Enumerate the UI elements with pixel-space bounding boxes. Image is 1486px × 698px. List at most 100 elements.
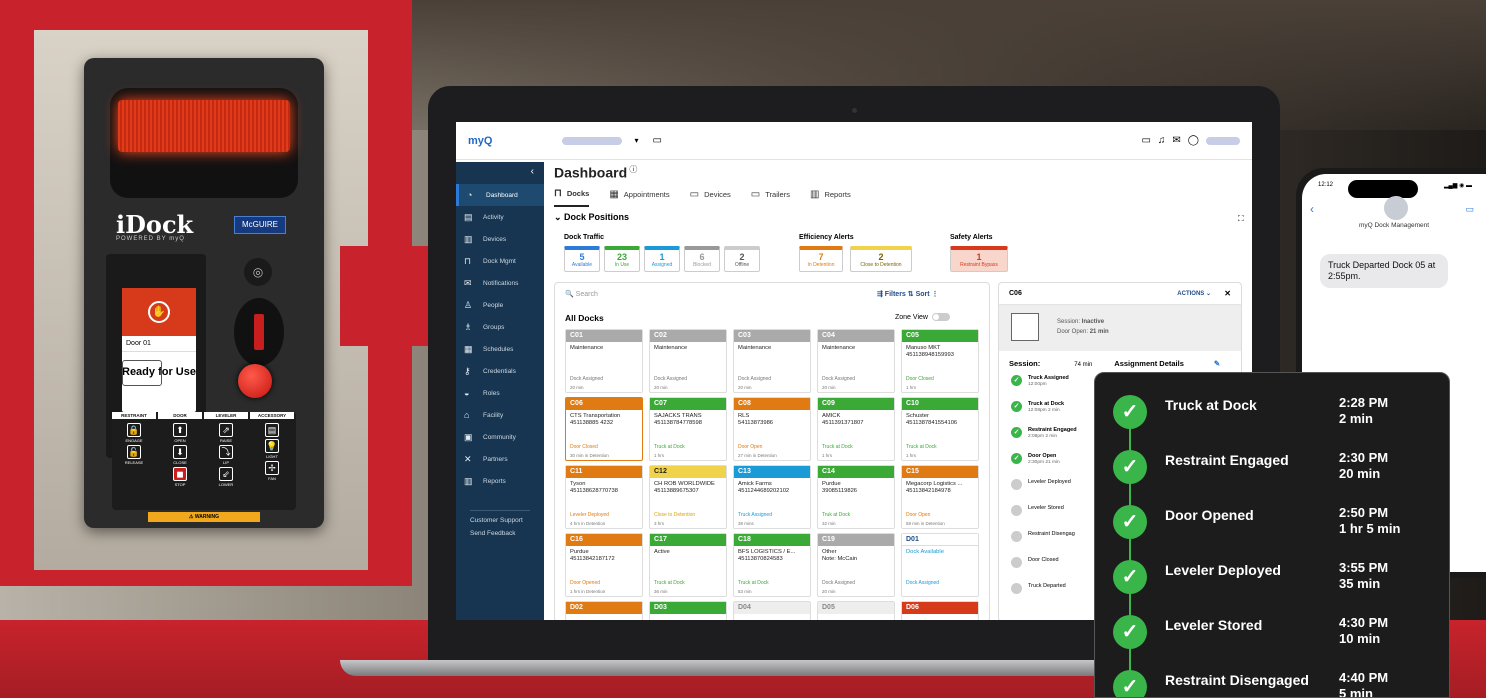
- stat-tile[interactable]: 5 Available: [564, 246, 600, 272]
- timeline-clock: 2:30 PM: [1339, 450, 1389, 465]
- stat-value: 1: [659, 252, 665, 262]
- sidebar-item[interactable]: ✕ Partners: [456, 448, 544, 470]
- dock-card[interactable]: D05: [817, 601, 895, 620]
- facility-selector[interactable]: [562, 136, 623, 145]
- dock-card[interactable]: D02: [565, 601, 643, 620]
- sidebar-item[interactable]: ⚷ Credentials: [456, 360, 544, 382]
- control-button-label: CLOSE: [173, 460, 187, 465]
- dock-card[interactable]: C01 Maintenance Dock Assigned 20 min: [565, 329, 643, 393]
- control-button[interactable]: 💡: [265, 439, 279, 453]
- dock-card[interactable]: C19 Other Note: McCain Dock Assigned 20 min: [817, 533, 895, 597]
- sidebar-item-label: Reports: [483, 477, 506, 485]
- camera: [852, 108, 857, 113]
- dock-card[interactable]: C18 BFS LOGISTICS / E... 45113870824583 Tr…: [733, 533, 811, 597]
- control-button[interactable]: 🔒: [127, 423, 141, 437]
- dock-meta: 38 mins: [738, 521, 754, 526]
- control-button[interactable]: ⇗: [219, 423, 233, 437]
- header-icons[interactable]: ▭♫✉◯: [1141, 135, 1206, 146]
- dock-card[interactable]: C12 CH ROB WORLDWIDE 45113889675307 Close …: [649, 465, 727, 529]
- emergency-button[interactable]: [238, 364, 272, 398]
- tab[interactable]: ▦ Appointments: [609, 188, 669, 207]
- sidebar-item[interactable]: ▤ Activity: [456, 206, 544, 228]
- dock-card[interactable]: C03 Maintenance Dock Assigned 20 min: [733, 329, 811, 393]
- control-button[interactable]: ✢: [265, 461, 279, 475]
- sidebar-item[interactable]: ✉ Notifications: [456, 272, 544, 294]
- dock-meta: 4 hrs in Detention: [570, 521, 606, 526]
- dock-card[interactable]: D04: [733, 601, 811, 620]
- control-button[interactable]: ◼: [173, 467, 187, 481]
- tab[interactable]: ⊓ Docks: [554, 188, 590, 207]
- dock-card[interactable]: C09 AMICK 4511391371807 Truck at Dock 1 hrs: [817, 397, 895, 461]
- door-open-label: Door Open:: [1057, 329, 1089, 335]
- stat-tile[interactable]: 2 Close to Detention: [850, 246, 912, 272]
- back-icon[interactable]: ‹: [1310, 202, 1314, 216]
- dock-card[interactable]: D03: [649, 601, 727, 620]
- control-button[interactable]: ⤵: [219, 445, 233, 459]
- sidebar-icon: ⊓: [464, 255, 472, 266]
- close-icon[interactable]: ✕: [1224, 289, 1231, 298]
- sidebar-icon: ✕: [464, 453, 472, 464]
- section-title[interactable]: ⌄ Dock Positions: [554, 212, 629, 223]
- control-button[interactable]: ⇙: [219, 467, 233, 481]
- dock-card[interactable]: C05 Manuso MKT 451138948159993 Door Closed…: [901, 329, 979, 393]
- dock-card[interactable]: C15 Megacorp Logistics ... 45113842184978…: [901, 465, 979, 529]
- dock-card[interactable]: C11 Tyson 451138628770738 Leveler Deployed…: [565, 465, 643, 529]
- tab-icon: ▦: [609, 189, 619, 200]
- control-button[interactable]: ⬆: [173, 423, 187, 437]
- control-button[interactable]: ⬇: [173, 445, 187, 459]
- dock-card[interactable]: C04 Maintenance Dock Assigned 20 min: [817, 329, 895, 393]
- stat-tile[interactable]: 1 Assigned: [644, 246, 680, 272]
- expand-icon[interactable]: ⛶: [1238, 214, 1244, 224]
- disconnect-knob[interactable]: [234, 298, 284, 366]
- tab[interactable]: ▭ Trailers: [751, 188, 790, 207]
- dock-card[interactable]: D01 Dock Available Dock Assigned: [901, 533, 979, 597]
- sidebar-item[interactable]: ◒ Roles: [456, 382, 544, 404]
- sidebar-item[interactable]: ▣ Community: [456, 426, 544, 448]
- user-name[interactable]: [1206, 136, 1240, 145]
- tab[interactable]: ▥ Reports: [810, 188, 851, 207]
- sidebar-item[interactable]: ♗ Groups: [456, 316, 544, 338]
- pending-dot-icon: [1011, 557, 1022, 568]
- stat-tile[interactable]: 1 Restraint Bypass: [950, 246, 1008, 272]
- dock-card[interactable]: C16 Purdue 45113842187172 Door Opened 1 hrs…: [565, 533, 643, 597]
- chevron-down-icon[interactable]: ▾: [634, 136, 638, 145]
- collapse-icon[interactable]: ‹: [456, 162, 544, 184]
- stat-tile[interactable]: 2 Offline: [724, 246, 760, 272]
- edit-icon[interactable]: ✎: [1214, 359, 1220, 368]
- dock-card[interactable]: C06 CTS Transportation 451138885 4232 Door…: [565, 397, 643, 461]
- filters-sort[interactable]: ⇶ Filters ⇅ Sort ⋮: [877, 290, 939, 298]
- sidebar-item[interactable]: ⌂ Facility: [456, 404, 544, 426]
- hand-stop-icon: ✋: [148, 301, 170, 323]
- dock-title: Manuso MKT 451138948159993: [906, 345, 954, 358]
- video-call-icon[interactable]: ▭: [1465, 204, 1474, 215]
- zone-view-toggle[interactable]: Zone View: [895, 313, 950, 321]
- dock-card[interactable]: C10 Schuster 4511387841554106 Truck at Doc…: [901, 397, 979, 461]
- stat-tile[interactable]: 23 In Use: [604, 246, 640, 272]
- search-input[interactable]: 🔍 Search: [565, 290, 598, 298]
- dock-card[interactable]: C08 RLS 54113873986 Door Open 27 min in Det…: [733, 397, 811, 461]
- sidebar-footer-link[interactable]: Send Feedback: [456, 530, 544, 537]
- dock-card[interactable]: C02 Maintenance Dock Assigned 20 min: [649, 329, 727, 393]
- control-button[interactable]: 🔓: [127, 445, 141, 459]
- sidebar-item[interactable]: ⊓ Dock Mgmt: [456, 250, 544, 272]
- dock-status: Leveler Deployed: [570, 512, 609, 518]
- sidebar-item[interactable]: ♙ People: [456, 294, 544, 316]
- sidebar-item[interactable]: ◔ Dashboard: [456, 184, 544, 206]
- dock-id: C17: [650, 534, 726, 546]
- dock-card[interactable]: C17 Active Truck at Dock 36 min: [649, 533, 727, 597]
- sidebar-item[interactable]: ▥ Reports: [456, 470, 544, 492]
- actions-button[interactable]: ACTIONS ⌄: [1177, 290, 1211, 297]
- sidebar-item[interactable]: ▦ Schedules: [456, 338, 544, 360]
- dock-card[interactable]: C13 Amick Farms 4511244689202102 Truck Ass…: [733, 465, 811, 529]
- tab[interactable]: ▭ Devices: [690, 188, 731, 207]
- sidebar-item[interactable]: ▥ Devices: [456, 228, 544, 250]
- control-button[interactable]: ▤: [265, 423, 279, 437]
- dock-card[interactable]: D06: [901, 601, 979, 620]
- assignment-details: Assignment Details: [1114, 359, 1184, 368]
- stat-tile[interactable]: 6 Blocked: [684, 246, 720, 272]
- sidebar-footer-link[interactable]: Customer Support: [456, 517, 544, 524]
- video-icon[interactable]: ▭: [652, 135, 661, 146]
- dock-card[interactable]: C14 Purdue 39085119826 Truk at Dock 32 min: [817, 465, 895, 529]
- dock-card[interactable]: C07 SAJACKS TRANS 451138784778598 Truck at…: [649, 397, 727, 461]
- stat-tile[interactable]: 7 In Detention: [799, 246, 843, 272]
